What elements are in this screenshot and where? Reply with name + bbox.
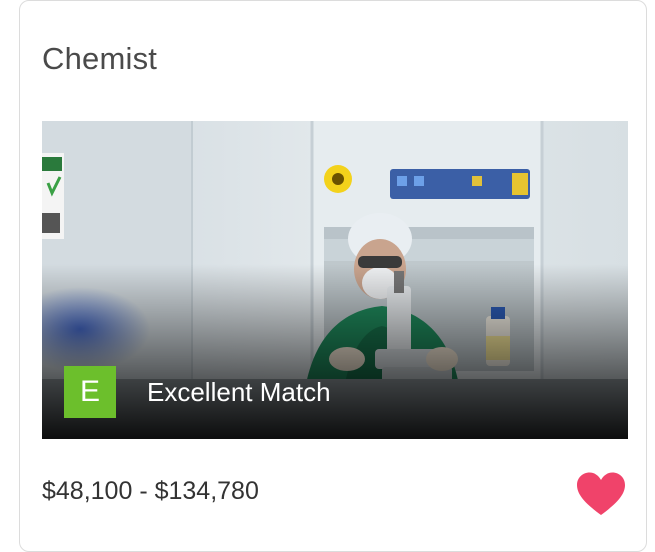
job-photo[interactable]: E Excellent Match: [42, 121, 628, 439]
job-card[interactable]: Chemist E Excellent Match $48,100 - $134…: [19, 0, 647, 552]
job-title[interactable]: Chemist: [42, 41, 157, 77]
salary-range: $48,100 - $134,780: [42, 477, 259, 505]
match-label: Excellent Match: [147, 376, 331, 407]
heart-icon[interactable]: [576, 471, 626, 517]
match-badge: E Excellent Match: [64, 366, 331, 418]
match-grade: E: [64, 366, 116, 418]
